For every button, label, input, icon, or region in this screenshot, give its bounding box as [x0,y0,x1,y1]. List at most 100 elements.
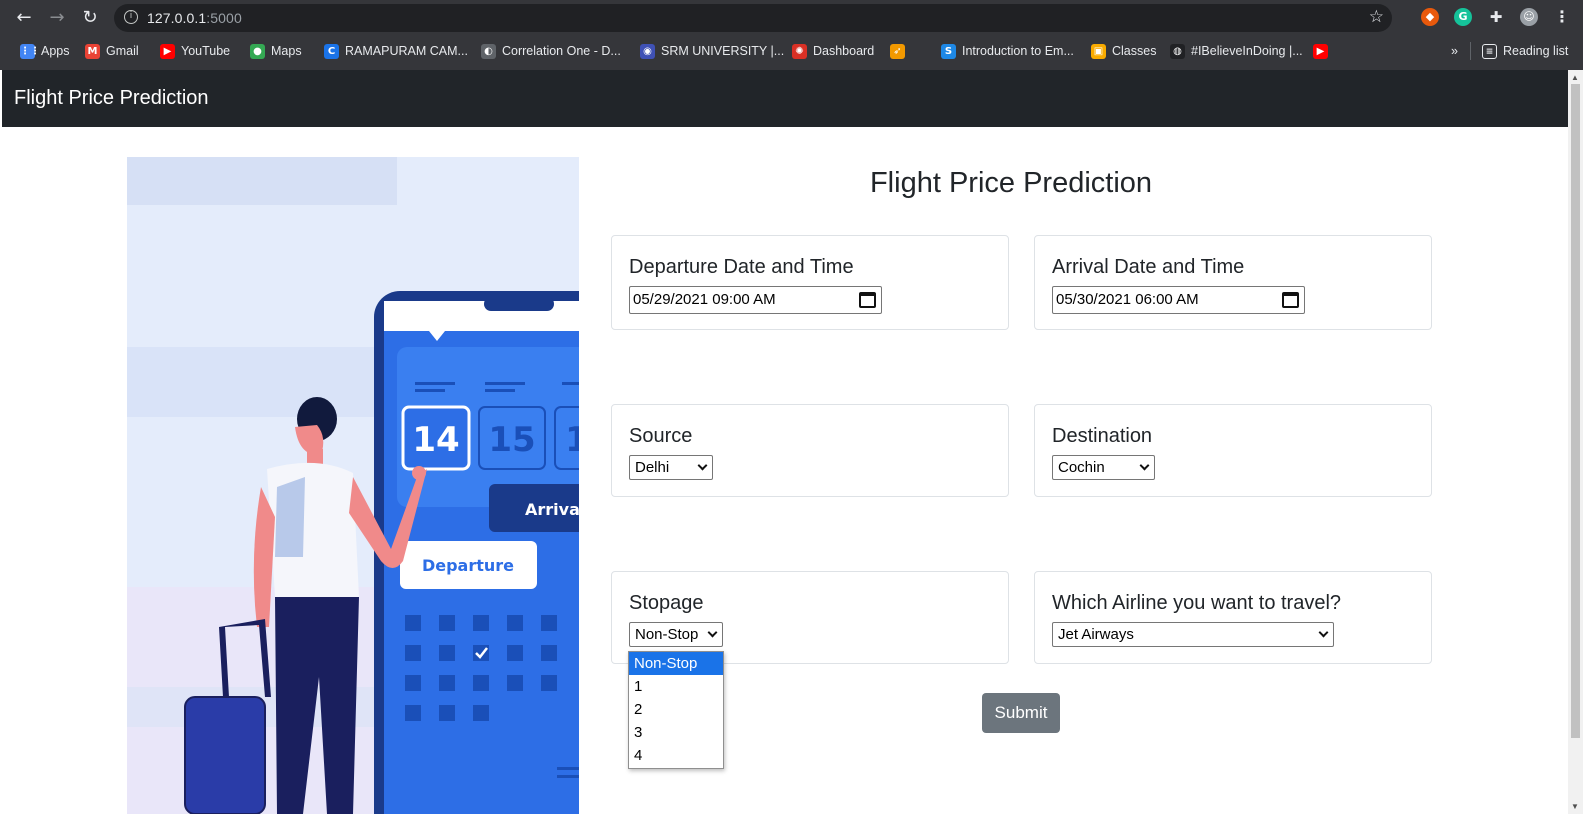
bookmark-favicon-icon: ✺ [792,43,807,59]
url-text: 127.0.0.1:5000 [147,10,242,26]
bookmark-star-icon[interactable]: ☆ [1369,7,1384,27]
bookmark-favicon-icon: C [324,43,339,59]
page-scrollbar[interactable]: ▲ ▼ [1568,70,1583,814]
chevron-down-icon [697,460,708,471]
bookmark-label: #IBelieveInDoing |... [1191,44,1303,58]
reading-list-icon: ≡ [1482,43,1497,59]
more-bookmarks-label: » [1451,44,1458,58]
illus-date-16: 1 [565,420,579,460]
bookmark-favicon-icon: ◍ [1170,43,1185,59]
illus-date-15: 15 [488,420,535,460]
stopage-selected-value: Non-Stop [635,626,699,643]
stopage-option[interactable]: 2 [629,698,723,721]
bookmark-label: Dashboard [813,44,875,58]
source-select[interactable]: Delhi [629,455,713,480]
bookmark-favicon-icon: ▣ [1091,43,1106,59]
illus-arrival-label: Arriva [525,500,579,519]
bookmark-favicon-icon: ⋮⋮ [20,43,40,59]
bookmark-item[interactable]: ◍ #IBelieveInDoing |... [1170,41,1303,61]
source-label: Source [629,425,693,447]
destination-select[interactable]: Cochin [1052,455,1155,480]
airline-select[interactable]: Jet Airways [1052,622,1334,647]
chevron-down-icon [1318,627,1329,638]
bookmark-item[interactable]: ▶ YouTube [160,41,230,61]
airline-selected-value: Jet Airways [1058,626,1134,643]
departure-card: Departure Date and Time 05/29/2021 09:00… [611,235,1009,330]
bookmark-label: Maps [271,44,302,58]
stopage-select[interactable]: Non-Stop [629,622,723,647]
source-card: Source Delhi [611,404,1009,497]
airline-card: Which Airline you want to travel? Jet Ai… [1034,571,1432,664]
bookmark-label: Introduction to Em... [962,44,1074,58]
bookmark-item[interactable]: C RAMAPURAM CAM... [324,41,468,61]
bookmark-favicon-icon: M [85,43,100,59]
bookmark-item[interactable]: ◐ Correlation One - D... [481,41,621,61]
stopage-option[interactable]: 3 [629,721,723,744]
arrival-datetime-input[interactable]: 05/30/2021 06:00 AM [1052,286,1305,314]
calendar-icon[interactable] [1282,292,1299,308]
bookmark-item[interactable]: ◉ SRM UNIVERSITY |... [640,41,784,61]
bookmark-label: YouTube [181,44,231,58]
omnibox[interactable]: i 127.0.0.1:5000 ☆ [114,4,1392,32]
calendar-icon[interactable] [859,292,876,308]
bookmark-favicon-icon: ▶ [160,43,175,59]
bookmark-favicon-icon: ◐ [481,43,496,59]
arrival-card: Arrival Date and Time 05/30/2021 06:00 A… [1034,235,1432,330]
stopage-option[interactable]: Non-Stop [629,652,723,675]
bookmark-item[interactable]: ➶ [890,41,905,61]
back-arrow-icon[interactable]: ← [12,6,36,30]
bookmark-item[interactable]: ✺ Dashboard [792,41,874,61]
bookmark-item[interactable]: ● Maps [250,41,302,61]
page-viewport: Flight Price Prediction 14 15 1 Arriva D… [0,70,1583,814]
bookmarks-bar: ⋮⋮ Apps M Gmail ▶ YouTube ● Maps C RAMAPURAM CAM.… [0,38,1583,64]
stopage-option[interactable]: 1 [629,675,723,698]
hero-illustration: 14 15 1 Arriva Departure [127,157,579,814]
reading-list-button[interactable]: ≡ Reading list [1482,41,1568,61]
browser-menu-icon[interactable]: ⋮ [1553,8,1571,26]
bookmark-label: Gmail [106,44,139,58]
departure-datetime-value: 05/29/2021 09:00 AM [633,291,776,308]
scroll-up-icon[interactable]: ▲ [1571,73,1579,82]
arrival-datetime-value: 05/30/2021 06:00 AM [1056,291,1199,308]
source-selected-value: Delhi [635,459,670,476]
arrival-label: Arrival Date and Time [1052,256,1245,278]
extensions-puzzle-icon[interactable]: ✚ [1487,8,1505,26]
departure-label: Departure Date and Time [629,256,854,278]
navbar-brand[interactable]: Flight Price Prediction [14,87,209,110]
scroll-thumb[interactable] [1571,84,1580,738]
illus-date-14: 14 [412,420,459,460]
url-host: 127.0.0.1 [147,10,207,26]
address-bar-row: ← → ↻ i 127.0.0.1:5000 ☆ ◆ G ✚ ☺ ⋮ [0,0,1583,36]
destination-card: Destination Cochin [1034,404,1432,497]
bookmark-item[interactable]: ▶ [1313,41,1328,61]
bookmark-item[interactable]: S Introduction to Em... [941,41,1074,61]
scroll-down-icon[interactable]: ▼ [1571,802,1579,811]
submit-button[interactable]: Submit [982,693,1060,733]
browser-chrome: ← → ↻ i 127.0.0.1:5000 ☆ ◆ G ✚ ☺ ⋮ ⋮⋮ App… [0,0,1583,70]
stopage-label: Stopage [629,592,704,614]
bookmark-item[interactable]: M Gmail [85,41,139,61]
bookmark-label: RAMAPURAM CAM... [345,44,468,58]
grammarly-icon[interactable]: G [1454,8,1472,26]
destination-label: Destination [1052,425,1153,447]
stopage-option[interactable]: 4 [629,744,723,767]
reading-list-label: Reading list [1503,44,1569,58]
bookmark-item[interactable]: ▣ Classes [1091,41,1156,61]
stopage-dropdown-list: Non-Stop 1 2 3 4 [628,651,724,769]
bookmarks-separator [1470,42,1471,60]
profile-avatar[interactable]: ☺ [1520,8,1538,26]
bookmark-favicon-icon: ▶ [1313,43,1328,59]
bookmark-item[interactable]: ⋮⋮ Apps [20,41,70,61]
more-bookmarks-button[interactable]: » [1451,41,1458,61]
reload-icon[interactable]: ↻ [78,6,102,30]
navbar: Flight Price Prediction [2,70,1568,127]
destination-selected-value: Cochin [1058,459,1105,476]
bookmark-favicon-icon: ● [250,43,265,59]
forward-arrow-icon[interactable]: → [45,6,69,30]
page-title: Flight Price Prediction [869,167,1153,199]
traveler-phone-illustration: 14 15 1 Arriva Departure [127,157,579,814]
departure-datetime-input[interactable]: 05/29/2021 09:00 AM [629,286,882,314]
bookmark-favicon-icon: S [941,43,956,59]
site-info-icon[interactable]: i [124,10,138,24]
extension-fox-icon[interactable]: ◆ [1421,8,1439,26]
